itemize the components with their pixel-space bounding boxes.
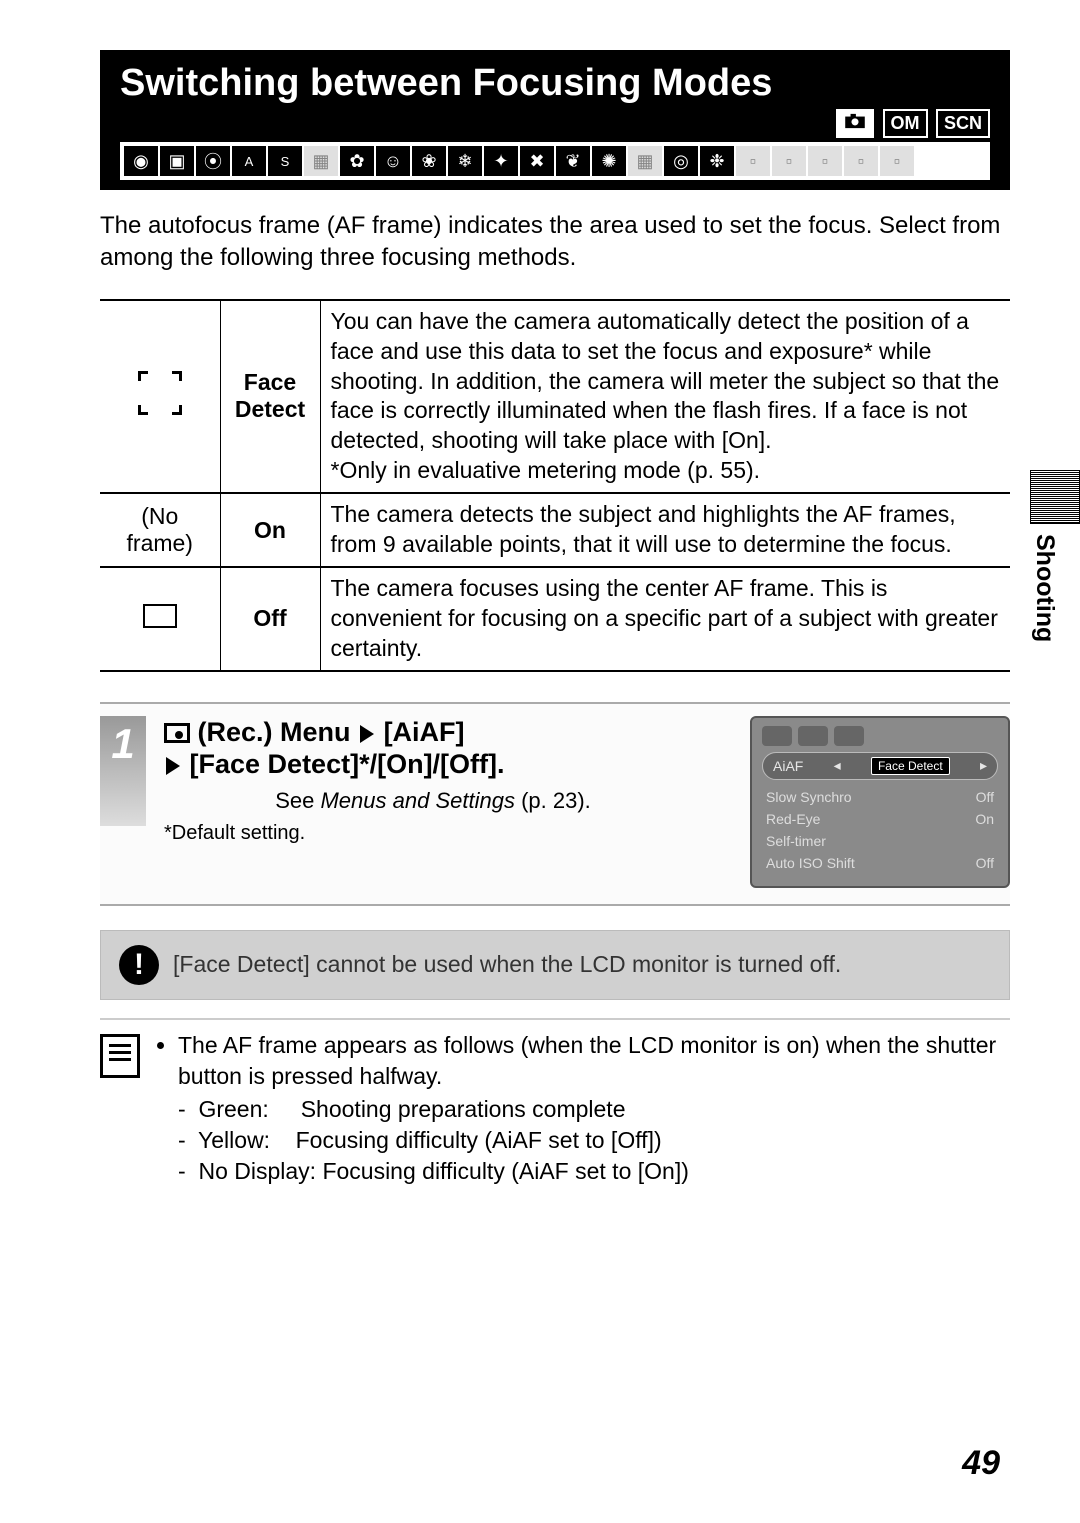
menu-row-value: On	[975, 811, 994, 827]
menu-row-value: Face Detect	[871, 757, 950, 775]
arrow-left-icon: ◂	[834, 757, 841, 774]
menu-row: Auto ISO Shift Off	[762, 852, 998, 874]
warning-note: ! [Face Detect] cannot be used when the …	[100, 930, 1010, 1000]
warning-text: [Face Detect] cannot be used when the LC…	[173, 951, 841, 978]
table-row: Off The camera focuses using the center …	[100, 567, 1010, 671]
menu-row-label: Auto ISO Shift	[766, 855, 855, 871]
strip-icon: ☺	[376, 146, 410, 176]
strip-icon: ✦	[484, 146, 518, 176]
menu-row-label: Slow Synchro	[766, 789, 852, 805]
table-row: (No frame) On The camera detects the sub…	[100, 493, 1010, 567]
strip-icon: ▫	[880, 146, 914, 176]
menu-tabs	[762, 726, 998, 746]
menu-row-value: Off	[976, 855, 994, 871]
strip-icon: ▫	[736, 146, 770, 176]
menu-row: Self-timer	[762, 830, 998, 852]
menu-tab-icon	[798, 726, 828, 746]
arrow-right-icon	[360, 725, 374, 743]
menu-screenshot: AiAF ◂ Face Detect ▸ Slow Synchro Off Re…	[750, 716, 1010, 888]
strip-icon: ❀	[412, 146, 446, 176]
scn-mode-badge: SCN	[936, 109, 990, 138]
procedure-step: 1 (Rec.) Menu [AiAF] [Face Detect]*/[On]…	[100, 702, 1010, 906]
menu-row: Slow Synchro Off	[762, 786, 998, 808]
strip-icon: ❦	[556, 146, 590, 176]
no-frame-label: (No frame)	[100, 493, 220, 567]
section-header: Switching between Focusing Modes OM SCN …	[100, 50, 1010, 190]
chapter-label: Shooting	[1030, 534, 1059, 642]
step-title: (Rec.) Menu [AiAF] [Face Detect]*/[On]/[…	[164, 716, 732, 781]
step-default-note: *Default setting.	[164, 822, 732, 845]
mode-name: Face Detect	[220, 300, 320, 493]
rec-menu-icon	[164, 723, 190, 743]
memo-icon	[100, 1034, 140, 1078]
strip-icon: ⦿	[196, 146, 230, 176]
om-mode-badge: OM	[883, 109, 928, 138]
strip-icon: S	[268, 146, 302, 176]
memo-note: The AF frame appears as follows (when th…	[100, 1018, 1010, 1187]
tab-decoration	[1030, 470, 1080, 524]
face-detect-frame-icon	[100, 300, 220, 493]
focus-modes-table: Face Detect You can have the camera auto…	[100, 299, 1010, 672]
menu-tab-icon	[762, 726, 792, 746]
memo-lead: The AF frame appears as follows (when th…	[178, 1030, 1010, 1092]
page-number: 49	[962, 1444, 1000, 1483]
menu-selected-row: AiAF ◂ Face Detect ▸	[762, 752, 998, 780]
mode-description: The camera focuses using the center AF f…	[320, 567, 1010, 671]
step-title-prefix: (Rec.) Menu	[198, 717, 351, 747]
strip-icon: ◎	[664, 146, 698, 176]
step-title-options: [Face Detect]*/[On]/[Off].	[190, 749, 505, 779]
mode-description: You can have the camera automatically de…	[320, 300, 1010, 493]
mode-name: Off	[220, 567, 320, 671]
strip-icon: ▦	[628, 146, 662, 176]
strip-icon: ❉	[700, 146, 734, 176]
strip-icon: A	[232, 146, 266, 176]
strip-icon: ▫	[808, 146, 842, 176]
menu-row: Red-Eye On	[762, 808, 998, 830]
intro-paragraph: The autofocus frame (AF frame) indicates…	[100, 210, 1010, 275]
exclamation-icon: !	[119, 945, 159, 985]
center-frame-icon	[100, 567, 220, 671]
memo-item: No Display: Focusing difficulty (AiAF se…	[178, 1156, 1010, 1187]
manual-page: Switching between Focusing Modes OM SCN …	[0, 0, 1080, 1227]
strip-icon: ▣	[160, 146, 194, 176]
memo-item: Yellow: Focusing difficulty (AiAF set to…	[178, 1125, 1010, 1156]
strip-icon: ▫	[772, 146, 806, 176]
strip-icon: ✺	[592, 146, 626, 176]
menu-row-label: Self-timer	[766, 833, 826, 849]
menu-row-value: Off	[976, 789, 994, 805]
step-number: 1	[100, 716, 146, 826]
menu-tab-icon	[834, 726, 864, 746]
step-see-reference: See Menus and Settings (p. 23).	[164, 788, 732, 814]
menu-row-label: Red-Eye	[766, 811, 820, 827]
step-title-item: [AiAF]	[384, 717, 465, 747]
scene-mode-icon-strip: ◉ ▣ ⦿ A S ▦ ✿ ☺ ❀ ❄ ✦ ✖ ❦ ✺ ▦ ◎ ❉ ▫ ▫ ▫ …	[120, 140, 990, 182]
strip-icon: ▦	[304, 146, 338, 176]
arrow-right-icon	[166, 757, 180, 775]
strip-icon: ✿	[340, 146, 374, 176]
arrow-right-icon: ▸	[980, 757, 987, 774]
step-body: (Rec.) Menu [AiAF] [Face Detect]*/[On]/[…	[164, 716, 732, 846]
page-title: Switching between Focusing Modes	[120, 62, 990, 105]
mode-badges: OM SCN	[120, 109, 990, 138]
strip-icon: ◉	[124, 146, 158, 176]
camera-mode-icon	[836, 109, 874, 138]
memo-item: Green: Shooting preparations complete	[178, 1094, 1010, 1125]
menu-row-label: AiAF	[773, 758, 803, 774]
strip-icon: ✖	[520, 146, 554, 176]
table-row: Face Detect You can have the camera auto…	[100, 300, 1010, 493]
strip-icon: ❄	[448, 146, 482, 176]
mode-name: On	[220, 493, 320, 567]
mode-description: The camera detects the subject and highl…	[320, 493, 1010, 567]
memo-text: The AF frame appears as follows (when th…	[154, 1030, 1010, 1187]
strip-icon: ▫	[844, 146, 878, 176]
chapter-tab: Shooting	[1030, 470, 1080, 642]
